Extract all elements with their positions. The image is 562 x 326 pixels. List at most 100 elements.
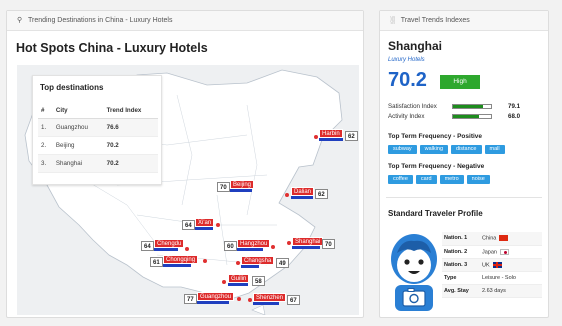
term-tag[interactable]: distance xyxy=(451,145,482,154)
term-tag[interactable]: card xyxy=(415,175,437,184)
city-label: Beijing xyxy=(230,180,255,189)
table-header-row: # City Trend Index xyxy=(38,103,158,119)
city-label: Chongqing xyxy=(163,255,199,264)
positive-terms-title: Top Term Frequency - Positive xyxy=(388,133,483,140)
table-row[interactable]: 1. Guangzhou 76.6 xyxy=(38,118,158,137)
satisfaction-index-bar xyxy=(452,104,492,109)
panel-header-text: Trending Destinations in China - Luxury … xyxy=(27,17,173,24)
trend-score: 70.2 xyxy=(388,69,427,91)
city-dot xyxy=(237,297,241,301)
city-dot xyxy=(185,247,189,251)
city-cell: Shanghai xyxy=(52,154,104,173)
city-cell: Guangzhou xyxy=(52,118,104,137)
rank-cell: 1. xyxy=(38,118,53,137)
city-dot xyxy=(248,298,252,302)
city-label: Harbin xyxy=(319,129,343,138)
page-title: Hot Spots China - Luxury Hotels xyxy=(16,41,208,55)
top-destinations-title: Top destinations xyxy=(40,83,104,92)
table-row: Type Leisure - Solo xyxy=(442,271,542,286)
term-tag[interactable]: metro xyxy=(439,175,464,184)
city-value: 61 xyxy=(150,257,163,267)
profile-value: Japan xyxy=(482,248,497,255)
term-tag[interactable]: mall xyxy=(484,145,505,154)
profile-value: 2.63 days xyxy=(480,284,542,299)
profile-value-cell: Japan xyxy=(480,245,542,259)
profile-key: Nation. 2 xyxy=(442,245,480,259)
profile-key: Type xyxy=(442,271,480,286)
city-bar xyxy=(230,189,252,192)
profile-key: Avg. Stay xyxy=(442,284,480,299)
city-bar xyxy=(237,248,263,251)
table-row: Avg. Stay 2.63 days xyxy=(442,284,542,299)
profile-value-cell: China xyxy=(480,232,542,246)
city-bar xyxy=(253,302,279,305)
city-bar xyxy=(228,283,248,286)
uk-flag-icon xyxy=(492,261,502,268)
activity-index-bar xyxy=(452,114,492,119)
bar-chart-icon: ░ xyxy=(390,17,395,24)
city-value: 64 xyxy=(182,220,195,230)
profile-value: UK xyxy=(482,262,490,269)
traveler-profile-table: Nation. 1 China Nation. 2 Japan Nation. … xyxy=(442,232,542,299)
table-row[interactable]: 2. Beijing 70.2 xyxy=(38,136,158,155)
china-flag-icon xyxy=(499,235,509,242)
trend-index-cell: 70.2 xyxy=(103,154,158,173)
profile-value-cell: UK xyxy=(480,258,542,273)
city-label: Shanghai xyxy=(292,237,324,246)
city-label: Changsha xyxy=(241,256,275,265)
city-dot xyxy=(216,223,220,227)
score-level-badge: High xyxy=(440,75,480,89)
table-row[interactable]: 3. Shanghai 70.2 xyxy=(38,154,158,173)
city-bar xyxy=(154,248,178,251)
city-label: Guilin xyxy=(228,274,250,283)
profile-value: China xyxy=(482,235,497,242)
city-bar xyxy=(195,227,213,230)
city-dot xyxy=(236,261,240,265)
column-header: City xyxy=(52,103,104,119)
china-map[interactable]: Top destinations # City Trend Index 1. G… xyxy=(17,65,359,315)
city-label: Guangzhou xyxy=(197,292,235,301)
japan-flag-icon xyxy=(500,248,509,255)
city-label: Dalian xyxy=(291,187,315,196)
trend-index-cell: 70.2 xyxy=(103,136,158,155)
negative-terms-list: coffee card metro noise xyxy=(388,175,490,184)
segment-label: Luxury Hotels xyxy=(388,57,425,63)
city-value: 62 xyxy=(315,189,328,199)
top-destinations-table: # City Trend Index 1. Guangzhou 76.6 2. … xyxy=(38,103,158,173)
column-header: Trend Index xyxy=(103,103,158,119)
city-label: Hangzhou xyxy=(237,239,271,248)
profile-value: Leisure - Solo xyxy=(480,271,542,286)
divider xyxy=(386,197,542,198)
traveler-avatar-icon xyxy=(391,234,437,311)
table-row: Nation. 3 UK xyxy=(442,258,542,273)
panel-header-text: Travel Trends Indexes xyxy=(400,17,470,24)
satisfaction-index-fill xyxy=(453,105,484,108)
hot-spots-panel: ⚲ Trending Destinations in China - Luxur… xyxy=(6,10,364,318)
city-label: Xi'an xyxy=(195,218,215,227)
map-marker-icon: ⚲ xyxy=(17,17,23,24)
profile-title: Standard Traveler Profile xyxy=(388,209,483,218)
term-tag[interactable]: noise xyxy=(466,175,490,184)
city-value: 49 xyxy=(276,258,289,268)
term-tag[interactable]: walking xyxy=(419,145,448,154)
city-value: 77 xyxy=(184,294,197,304)
city-value: 62 xyxy=(345,131,358,141)
city-dot xyxy=(203,259,207,263)
city-dot xyxy=(314,135,318,139)
rank-cell: 3. xyxy=(38,154,53,173)
city-value: 70 xyxy=(217,182,230,192)
satisfaction-index-label: Satisfaction Index xyxy=(388,103,437,110)
city-bar xyxy=(163,264,191,267)
activity-index-fill xyxy=(453,115,479,118)
city-bar xyxy=(241,265,259,268)
activity-index-value: 68.0 xyxy=(508,113,521,120)
city-bar xyxy=(292,246,320,249)
positive-terms-list: subway walking distance mall xyxy=(388,145,505,154)
activity-index-label: Activity Index xyxy=(388,113,425,120)
city-value: 64 xyxy=(141,241,154,251)
city-dot xyxy=(271,245,275,249)
term-tag[interactable]: subway xyxy=(388,145,417,154)
term-tag[interactable]: coffee xyxy=(388,175,413,184)
city-value: 60 xyxy=(224,241,237,251)
city-value: 70 xyxy=(322,239,335,249)
